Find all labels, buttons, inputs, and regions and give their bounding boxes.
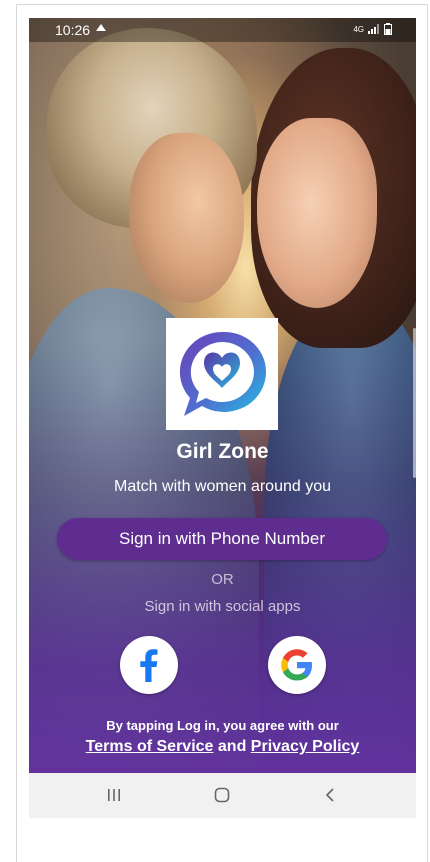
network-label: 4G (353, 24, 364, 34)
privacy-policy-link[interactable]: Privacy Policy (251, 738, 360, 755)
heart-chat-logo-icon (179, 331, 267, 416)
battery-icon (384, 23, 392, 35)
status-icons: 4G (353, 23, 392, 35)
app-tagline: Match with women around you (114, 478, 331, 495)
recent-apps-icon[interactable] (99, 783, 129, 807)
cloud-icon (96, 24, 106, 31)
social-signin-label: Sign in with social apps (144, 598, 301, 615)
status-time: 10:26 (55, 22, 91, 38)
legal-intro: By tapping Log in, you agree with our (106, 718, 339, 733)
facebook-icon (140, 649, 158, 682)
home-icon[interactable] (207, 783, 237, 807)
phone-screen: 10:26 4G Girl Zone Match with women arou… (29, 18, 416, 818)
terms-of-service-link[interactable]: Terms of Service (86, 738, 214, 755)
sign-in-phone-button[interactable]: Sign in with Phone Number (57, 518, 387, 560)
back-icon[interactable] (315, 783, 345, 807)
signal-icon (368, 24, 379, 34)
android-nav-bar (29, 773, 416, 818)
app-title: Girl Zone (176, 440, 269, 463)
google-signin-button[interactable] (268, 636, 326, 694)
legal-and: and (217, 738, 247, 755)
google-icon (281, 649, 312, 681)
facebook-signin-button[interactable] (120, 636, 178, 694)
app-logo (166, 318, 278, 430)
or-divider-label: OR (211, 571, 234, 588)
legal-links: Terms of Service and Privacy Policy (29, 738, 416, 756)
status-bar: 10:26 4G (29, 18, 416, 42)
